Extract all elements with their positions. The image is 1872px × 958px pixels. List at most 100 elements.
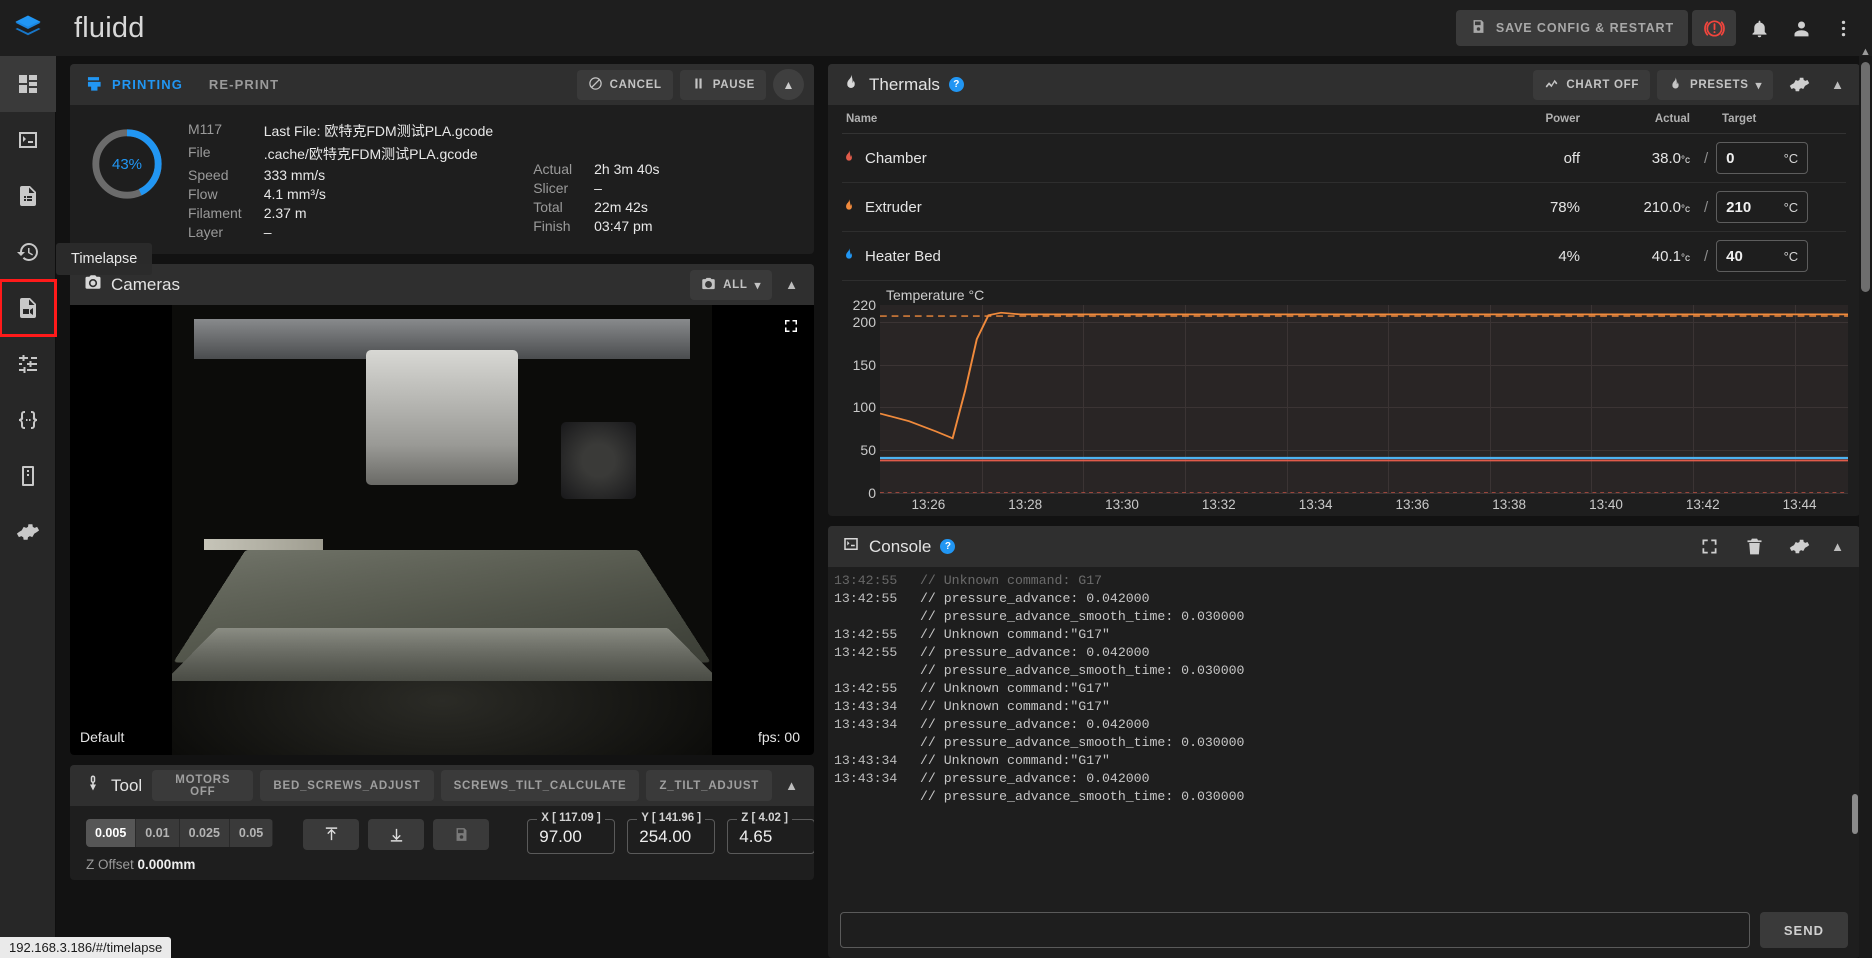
log-message: // pressure_advance_smooth_time: 0.03000…: [920, 734, 1245, 750]
app-logo[interactable]: [0, 0, 56, 56]
step-size-selector[interactable]: 0.005 0.01 0.025 0.05: [86, 819, 274, 847]
collapse-console-button[interactable]: ▲: [1825, 539, 1850, 554]
page-scrollbar[interactable]: ▲: [1859, 46, 1872, 958]
step-005[interactable]: 0.05: [229, 819, 274, 847]
tab-printing[interactable]: PRINTING: [84, 74, 183, 96]
console-clear-trash-icon[interactable]: [1735, 528, 1773, 566]
target-value: 0: [1726, 149, 1735, 167]
target-temp-input[interactable]: 0 °C: [1716, 142, 1809, 174]
console-log[interactable]: 13:42:55 // Unknown command: G17 13:42:5…: [828, 567, 1860, 904]
topbar: fluidd SAVE CONFIG & RESTART: [56, 0, 1872, 56]
z-offset-value: 0.000mm: [137, 857, 196, 872]
tool-title: Tool: [84, 774, 142, 797]
log-timestamp: 13:43:34: [834, 752, 898, 768]
slash-separator: /: [1704, 149, 1709, 167]
list-item: // pressure_advance_smooth_time: 0.03000…: [834, 607, 1860, 625]
tab-reprint[interactable]: RE-PRINT: [209, 77, 279, 92]
x-tick: 13:42: [1685, 497, 1720, 512]
screws-tilt-calculate-button[interactable]: SCREWS_TILT_CALCULATE: [440, 770, 640, 801]
notifications-bell-icon[interactable]: [1740, 9, 1778, 47]
scrollbar-thumb[interactable]: [1861, 62, 1870, 292]
sidebar-item-console[interactable]: [0, 112, 56, 168]
list-item: 13:42:55 // Unknown command: G17: [834, 571, 1860, 589]
tab-reprint-label: RE-PRINT: [208, 77, 280, 92]
camera-name-label: Default: [80, 729, 125, 745]
console-input-row: SEND: [828, 904, 1860, 958]
log-message: // pressure_advance_smooth_time: 0.03000…: [920, 608, 1245, 624]
log-timestamp: [834, 735, 920, 750]
table-row[interactable]: Heater Bed 4% 40.1°c / 40 °C: [842, 231, 1846, 281]
target-temp-input[interactable]: 40 °C: [1716, 240, 1809, 272]
emergency-stop-button[interactable]: [1692, 10, 1736, 46]
console-help-icon[interactable]: ?: [940, 539, 956, 554]
thermal-actual: 38.0: [1651, 149, 1681, 167]
presets-button[interactable]: PRESETS ▾: [1657, 69, 1774, 100]
thermal-power: 4%: [1496, 231, 1586, 281]
collapse-tool-button[interactable]: ▲: [779, 778, 804, 793]
log-message: // Unknown command:"G17": [920, 680, 1110, 696]
print-status-header: PRINTING RE-PRINT CANCEL PAUSE ▲: [70, 64, 814, 105]
thermals-title: Thermals ?: [842, 73, 964, 96]
list-item: // pressure_advance_smooth_time: 0.03000…: [834, 787, 1860, 805]
console-settings-gear-icon[interactable]: [1780, 528, 1818, 566]
step-0005[interactable]: 0.005: [86, 819, 137, 847]
log-timestamp: [834, 789, 920, 804]
collapse-cameras-button[interactable]: ▲: [779, 277, 804, 292]
step-0025[interactable]: 0.025: [179, 819, 230, 847]
sidebar-item-macros[interactable]: [0, 392, 56, 448]
sidebar-item-tune[interactable]: [0, 336, 56, 392]
z-offset-up-button[interactable]: [303, 819, 360, 850]
sidebar-item-jobs[interactable]: [0, 168, 56, 224]
thermal-actual-cell: 38.0°c: [1586, 133, 1696, 183]
thermals-table-wrap: Name Power Actual Target Chamber off 38.…: [828, 105, 1860, 281]
chart-x-axis: 13:26 13:28 13:30 13:32 13:34 13:36 13:3…: [880, 497, 1848, 512]
sidebar-item-timelapse[interactable]: [0, 279, 57, 337]
account-person-icon[interactable]: [1782, 9, 1820, 47]
stat-value: 2.37 m: [263, 205, 307, 221]
console-scrollbar[interactable]: [1852, 794, 1858, 834]
save-config-restart-button[interactable]: SAVE CONFIG & RESTART: [1455, 10, 1688, 46]
list-item: 13:43:34 // pressure_advance: 0.042000: [834, 715, 1860, 733]
send-command-button[interactable]: SEND: [1759, 912, 1848, 948]
console-command-input[interactable]: [840, 912, 1750, 948]
table-row[interactable]: Extruder 78% 210.0°c / 210 °C: [842, 182, 1846, 232]
target-temp-input[interactable]: 210 °C: [1716, 191, 1809, 223]
cameras-title: Cameras: [84, 273, 180, 296]
thermals-settings-gear-icon[interactable]: [1780, 66, 1818, 104]
overflow-menu-icon[interactable]: [1824, 9, 1862, 47]
stat-key: Slicer: [533, 180, 569, 196]
camera-fullscreen-icon[interactable]: [782, 317, 800, 340]
pause-print-button[interactable]: PAUSE: [679, 69, 766, 100]
console-fullscreen-icon[interactable]: [1690, 528, 1728, 566]
sidebar-item-system[interactable]: [0, 448, 56, 504]
thermals-card: Thermals ? CHART OFF PRESETS ▾ ▲ Name Po…: [828, 64, 1860, 516]
axis-z-value: 4.65: [739, 827, 773, 846]
scroll-up-arrow-icon[interactable]: ▲: [1860, 46, 1871, 58]
motors-off-button[interactable]: MOTORS OFF: [152, 770, 254, 801]
z-tilt-adjust-button[interactable]: Z_TILT_ADJUST: [646, 770, 773, 801]
cancel-print-button[interactable]: CANCEL: [576, 69, 673, 100]
log-timestamp: 13:43:34: [834, 770, 898, 786]
bed-screws-adjust-button[interactable]: BED_SCREWS_ADJUST: [260, 770, 434, 801]
sidebar-item-dashboard[interactable]: [0, 56, 56, 112]
save-z-offset-button[interactable]: [433, 819, 490, 850]
axis-x-field[interactable]: X [ 117.09 ] 97.00: [527, 812, 616, 854]
thermal-actual-unit: °c: [1681, 154, 1690, 166]
thermal-target-cell: / 0 °C: [1696, 133, 1846, 183]
stat-value: 2h 3m 40s: [594, 161, 660, 177]
thermals-help-icon[interactable]: ?: [948, 77, 964, 92]
console-icon: [842, 535, 860, 558]
sidebar-item-settings[interactable]: [0, 504, 56, 560]
collapse-print-status-button[interactable]: ▲: [773, 69, 804, 100]
camera-select-all-button[interactable]: ALL ▾: [690, 269, 773, 300]
printer-led-strip: [204, 539, 324, 551]
axis-y-field[interactable]: Y [ 141.96 ] 254.00: [627, 812, 716, 854]
z-offset-down-button[interactable]: [368, 819, 425, 850]
chart-toggle-button[interactable]: CHART OFF: [1533, 69, 1651, 100]
axis-z-field[interactable]: Z [ 4.02 ] 4.65: [727, 812, 814, 854]
collapse-thermals-button[interactable]: ▲: [1825, 77, 1850, 92]
axis-x-value: 97.00: [539, 827, 582, 846]
sidebar-item-history[interactable]: [0, 224, 56, 280]
step-001[interactable]: 0.01: [136, 819, 180, 847]
table-row[interactable]: Chamber off 38.0°c / 0 °C: [842, 133, 1846, 183]
